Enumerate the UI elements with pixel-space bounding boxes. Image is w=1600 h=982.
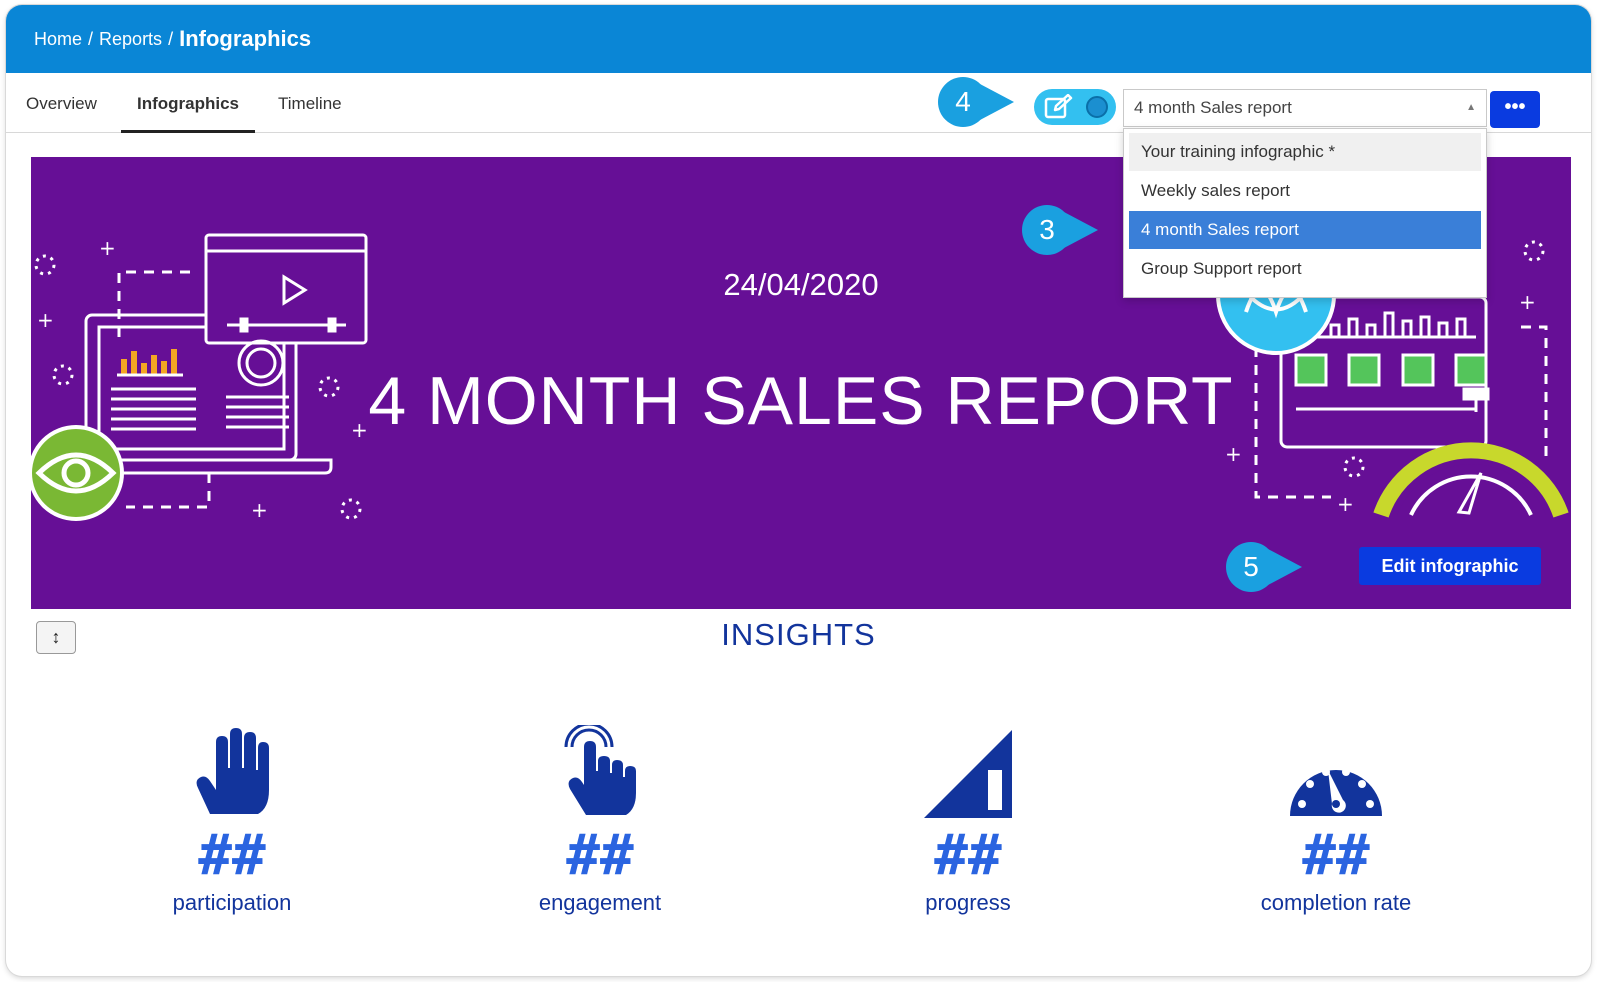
svg-text:+: + <box>1519 290 1536 314</box>
tab-overview[interactable]: Overview <box>26 73 97 133</box>
edit-pencil-icon <box>1044 94 1073 119</box>
stat-value: ## <box>1302 823 1370 888</box>
svg-text:+: + <box>1225 442 1242 466</box>
tap-finger-icon <box>470 725 730 820</box>
stat-value: ## <box>934 823 1002 888</box>
stat-label: engagement <box>538 890 662 915</box>
raised-hand-icon <box>102 725 362 820</box>
dropdown-option[interactable]: Weekly sales report <box>1129 172 1481 210</box>
stat-value: ## <box>198 823 266 888</box>
toggle-knob <box>1086 96 1108 118</box>
stat-completion-rate: ## completion rate <box>1206 725 1466 916</box>
report-select-value: 4 month Sales report <box>1134 98 1292 117</box>
stat-label: progress <box>925 890 1011 915</box>
stat-progress: ## progress <box>838 725 1098 916</box>
dropdown-option[interactable]: Your training infographic * <box>1129 133 1481 171</box>
svg-text:+: + <box>1337 492 1354 516</box>
breadcrumb-current: Infographics <box>179 26 312 51</box>
app-window: Home / Reports / Infographics Overview I… <box>6 5 1591 976</box>
step-marker-arrow <box>980 84 1014 120</box>
svg-text:+: + <box>251 498 268 522</box>
more-options-button[interactable]: ••• <box>1490 91 1540 128</box>
breadcrumb-home[interactable]: Home <box>34 29 82 50</box>
stat-participation: ## participation <box>102 725 362 916</box>
step-marker-arrow <box>1268 549 1302 585</box>
tab-timeline[interactable]: Timeline <box>278 73 342 133</box>
svg-text:+: + <box>99 236 116 260</box>
dropdown-option-selected[interactable]: 4 month Sales report <box>1129 211 1481 249</box>
progress-triangle-icon <box>838 725 1098 820</box>
breadcrumb: Home / Reports / Infographics <box>6 5 1591 73</box>
stat-engagement: ## engagement <box>470 725 730 916</box>
stat-label: participation <box>172 890 292 915</box>
breadcrumb-separator: / <box>88 28 94 49</box>
report-select[interactable]: 4 month Sales report ▲ <box>1123 89 1487 127</box>
breadcrumb-separator: / <box>168 28 174 49</box>
dropdown-option[interactable]: Group Support report <box>1129 250 1481 288</box>
svg-text:+: + <box>37 308 54 332</box>
caret-up-icon: ▲ <box>1466 102 1476 113</box>
step-marker-4: 4 <box>938 77 1014 127</box>
tab-infographics[interactable]: Infographics <box>121 73 256 133</box>
report-dropdown-list: Your training infographic * Weekly sales… <box>1123 128 1487 298</box>
edit-infographic-button[interactable]: Edit infographic <box>1359 547 1541 585</box>
stat-label: completion rate <box>1260 890 1412 915</box>
step-marker-3: 3 <box>1022 205 1098 255</box>
stat-value: ## <box>566 823 634 888</box>
step-marker-arrow <box>1064 212 1098 248</box>
edit-mode-toggle[interactable] <box>1034 89 1116 125</box>
speedometer-icon <box>1206 725 1466 820</box>
breadcrumb-reports[interactable]: Reports <box>99 29 162 50</box>
insights-title: INSIGHTS <box>721 617 876 652</box>
step-marker-5: 5 <box>1226 542 1302 592</box>
